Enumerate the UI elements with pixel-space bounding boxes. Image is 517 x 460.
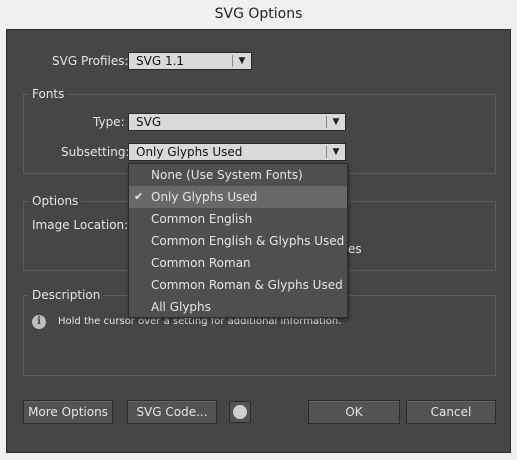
checkmark-icon: ✔ xyxy=(134,190,144,203)
image-location-label: Image Location: xyxy=(32,218,129,232)
select-separator xyxy=(326,146,327,158)
info-icon: i xyxy=(32,315,46,329)
partial-option-label: es xyxy=(348,242,362,256)
dropdown-option-label: All Glyphs xyxy=(151,300,211,314)
dropdown-option-none[interactable]: None (Use System Fonts) xyxy=(129,164,347,186)
chevron-down-icon: ▼ xyxy=(238,56,246,66)
dropdown-option-common-roman[interactable]: Common Roman xyxy=(129,252,347,274)
subsetting-select[interactable]: Only Glyphs Used ▼ xyxy=(128,143,346,161)
dropdown-option-all-glyphs[interactable]: All Glyphs xyxy=(129,296,347,318)
dropdown-option-label: None (Use System Fonts) xyxy=(151,168,303,182)
subsetting-value: Only Glyphs Used xyxy=(136,145,243,159)
select-separator xyxy=(232,55,233,67)
dropdown-option-common-roman-glyphs[interactable]: Common Roman & Glyphs Used xyxy=(129,274,347,296)
dropdown-option-only-glyphs-used[interactable]: ✔ Only Glyphs Used xyxy=(129,186,347,208)
dropdown-option-common-english[interactable]: Common English xyxy=(129,208,347,230)
fonts-group-title: Fonts xyxy=(29,87,68,101)
select-separator xyxy=(326,116,327,128)
subsetting-label: Subsetting: xyxy=(61,145,130,159)
font-type-label: Type: xyxy=(93,115,125,129)
dropdown-option-label: Common English & Glyphs Used xyxy=(151,234,345,248)
svg-profiles-value: SVG 1.1 xyxy=(136,54,185,68)
subsetting-dropdown-list: None (Use System Fonts) ✔ Only Glyphs Us… xyxy=(128,163,348,318)
dropdown-option-label: Only Glyphs Used xyxy=(151,190,258,204)
dropdown-option-label: Common Roman & Glyphs Used xyxy=(151,278,343,292)
description-group-title: Description xyxy=(29,288,104,302)
svg-profiles-select[interactable]: SVG 1.1 ▼ xyxy=(128,52,252,70)
svg-profiles-label: SVG Profiles: xyxy=(52,54,129,68)
dropdown-option-common-english-glyphs[interactable]: Common English & Glyphs Used xyxy=(129,230,347,252)
dropdown-option-label: Common Roman xyxy=(151,256,251,270)
more-options-button[interactable]: More Options xyxy=(23,400,113,424)
font-type-select[interactable]: SVG ▼ xyxy=(128,113,346,131)
options-group-title: Options xyxy=(29,194,82,208)
window-title: SVG Options xyxy=(0,0,517,29)
cancel-button[interactable]: Cancel xyxy=(406,400,496,424)
chevron-down-icon: ▼ xyxy=(332,147,340,157)
svg-code-button[interactable]: SVG Code... xyxy=(127,400,217,424)
chevron-down-icon: ▼ xyxy=(332,117,340,127)
dropdown-option-label: Common English xyxy=(151,212,253,226)
globe-icon xyxy=(233,405,247,419)
web-preview-button[interactable] xyxy=(229,401,251,423)
svg-options-dialog: SVG Profiles: SVG 1.1 ▼ Fonts Type: SVG … xyxy=(6,29,511,453)
fonts-group xyxy=(23,94,496,174)
font-type-value: SVG xyxy=(136,115,162,129)
ok-button[interactable]: OK xyxy=(308,400,400,424)
